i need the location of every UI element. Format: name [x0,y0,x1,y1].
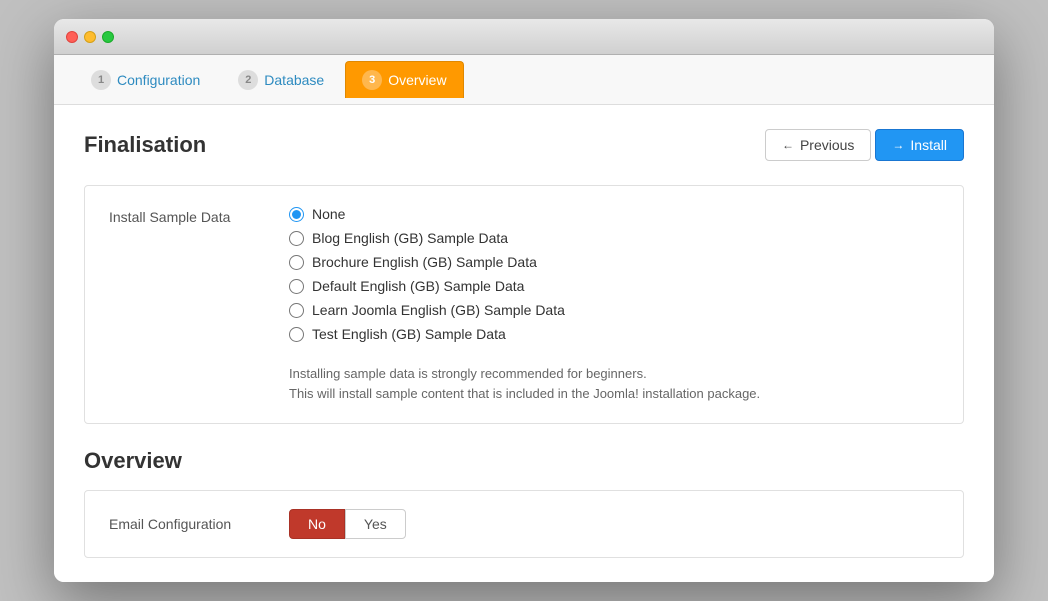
header-buttons: ← Previous → Install [765,129,964,161]
help-line-1: Installing sample data is strongly recom… [289,364,760,384]
close-button[interactable] [66,31,78,43]
minimize-button[interactable] [84,31,96,43]
radio-blog-english-input[interactable] [289,231,304,246]
sample-data-label: Install Sample Data [109,206,269,225]
radio-brochure-english-label: Brochure English (GB) Sample Data [312,254,537,270]
tab-overview[interactable]: 3 Overview [345,61,463,98]
maximize-button[interactable] [102,31,114,43]
install-arrow-icon: → [892,138,904,152]
finalisation-header: Finalisation ← Previous → Install [84,129,964,161]
sample-data-help: Installing sample data is strongly recom… [289,364,760,403]
tab-configuration-number: 1 [91,70,111,90]
main-content: Finalisation ← Previous → Install Instal… [54,105,994,582]
traffic-lights [66,31,114,43]
radio-learn-joomla[interactable]: Learn Joomla English (GB) Sample Data [289,302,760,318]
radio-default-english-input[interactable] [289,279,304,294]
titlebar [54,19,994,55]
sample-data-section: Install Sample Data None Blog English (G… [84,185,964,424]
email-config-row: Email Configuration No Yes [109,509,939,539]
previous-button[interactable]: ← Previous [765,129,871,161]
tab-overview-number: 3 [362,70,382,90]
email-config-yes-button[interactable]: Yes [345,509,406,539]
tab-database-label: Database [264,72,324,88]
app-window: 1 Configuration 2 Database 3 Overview Fi… [54,19,994,582]
email-config-toggle: No Yes [289,509,406,539]
radio-none-input[interactable] [289,207,304,222]
radio-brochure-english-input[interactable] [289,255,304,270]
tab-configuration[interactable]: 1 Configuration [74,61,217,98]
radio-blog-english[interactable]: Blog English (GB) Sample Data [289,230,760,246]
help-line-2: This will install sample content that is… [289,384,760,404]
radio-none-label: None [312,206,345,222]
radio-blog-english-label: Blog English (GB) Sample Data [312,230,508,246]
radio-learn-joomla-input[interactable] [289,303,304,318]
radio-brochure-english[interactable]: Brochure English (GB) Sample Data [289,254,760,270]
tab-database-number: 2 [238,70,258,90]
previous-arrow-icon: ← [782,138,794,152]
tab-database[interactable]: 2 Database [221,61,341,98]
install-button-label: Install [910,137,947,153]
radio-default-english[interactable]: Default English (GB) Sample Data [289,278,760,294]
email-config-label: Email Configuration [109,516,269,532]
radio-test-english[interactable]: Test English (GB) Sample Data [289,326,760,342]
tab-overview-label: Overview [388,72,446,88]
radio-none[interactable]: None [289,206,760,222]
sample-data-row: Install Sample Data None Blog English (G… [109,206,939,403]
radio-learn-joomla-label: Learn Joomla English (GB) Sample Data [312,302,565,318]
overview-title: Overview [84,448,964,474]
tab-configuration-label: Configuration [117,72,200,88]
radio-test-english-label: Test English (GB) Sample Data [312,326,506,342]
install-button[interactable]: → Install [875,129,964,161]
email-config-no-button[interactable]: No [289,509,345,539]
sample-data-radio-group: None Blog English (GB) Sample Data Broch… [289,206,760,403]
tab-bar: 1 Configuration 2 Database 3 Overview [54,55,994,105]
radio-default-english-label: Default English (GB) Sample Data [312,278,524,294]
radio-test-english-input[interactable] [289,327,304,342]
overview-form: Email Configuration No Yes [84,490,964,558]
finalisation-title: Finalisation [84,132,206,158]
overview-section: Overview Email Configuration No Yes [84,448,964,558]
previous-button-label: Previous [800,137,854,153]
